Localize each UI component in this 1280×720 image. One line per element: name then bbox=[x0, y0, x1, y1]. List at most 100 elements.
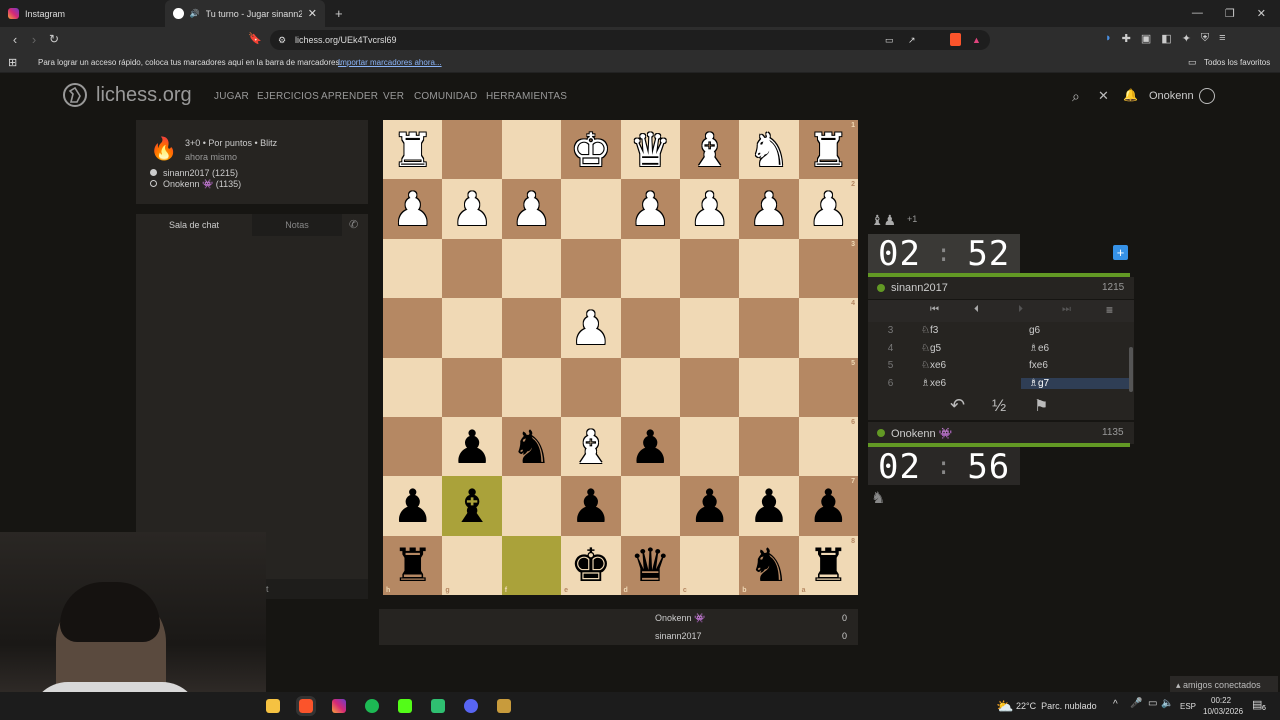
board-square[interactable]: ♟ bbox=[442, 179, 502, 239]
board-square[interactable] bbox=[679, 416, 740, 477]
black-r-piece[interactable]: ♜ bbox=[808, 542, 849, 588]
vpn-icon[interactable]: ⛨ bbox=[1201, 32, 1209, 45]
network-icon[interactable]: ▭ bbox=[1148, 698, 1157, 709]
board-square[interactable] bbox=[679, 238, 740, 299]
black-b-piece[interactable]: ♝ bbox=[451, 483, 492, 529]
board-square[interactable]: ♟ bbox=[679, 476, 740, 536]
nav-aprender[interactable]: APRENDER bbox=[321, 91, 378, 102]
board-square[interactable]: 6 bbox=[798, 416, 858, 477]
black-p-piece[interactable]: ♟ bbox=[392, 483, 433, 529]
move-black[interactable]: fxe6 bbox=[1021, 360, 1129, 371]
board-square[interactable]: ♟ bbox=[679, 179, 740, 239]
resign-flag-icon[interactable]: ⚑ bbox=[1034, 396, 1048, 416]
board-square[interactable]: ♝ bbox=[561, 416, 621, 477]
board-square[interactable] bbox=[383, 416, 443, 477]
board-square[interactable]: ♝ bbox=[442, 476, 502, 536]
nav-jugar[interactable]: JUGAR bbox=[214, 91, 249, 102]
board-square[interactable] bbox=[679, 357, 740, 417]
last-move-icon[interactable]: ⏭ bbox=[1062, 304, 1071, 315]
board-square[interactable] bbox=[501, 238, 562, 299]
move-white[interactable]: ♗xe6 bbox=[913, 378, 1021, 389]
back-icon[interactable]: ‹ bbox=[5, 32, 25, 47]
nav-comunidad[interactable]: COMUNIDAD bbox=[414, 91, 477, 102]
white-p-piece[interactable]: ♟ bbox=[748, 186, 789, 232]
player-black-link[interactable]: Onokenn 👾 (1135) bbox=[163, 179, 241, 190]
board-square[interactable] bbox=[620, 298, 680, 358]
tab-notes[interactable]: Notas bbox=[252, 214, 342, 236]
board-square[interactable]: ♟ bbox=[739, 179, 799, 239]
me-name[interactable]: Onokenn 👾 bbox=[891, 427, 952, 440]
browser-tab-instagram[interactable]: Instagram bbox=[0, 0, 165, 27]
extension-icon-1[interactable]: ◗ bbox=[1105, 32, 1112, 45]
board-square[interactable]: ♟ bbox=[739, 476, 799, 536]
board-square[interactable] bbox=[442, 238, 502, 299]
board-square[interactable] bbox=[561, 238, 621, 299]
board-square[interactable]: c bbox=[679, 535, 740, 595]
board-square[interactable]: ♟ bbox=[442, 416, 502, 477]
share-icon[interactable]: ↗ bbox=[908, 30, 916, 50]
white-p-piece[interactable]: ♟ bbox=[630, 186, 671, 232]
black-n-piece[interactable]: ♞ bbox=[748, 542, 789, 588]
board-square[interactable] bbox=[442, 298, 502, 358]
apps-grid-icon[interactable]: ⊞ bbox=[8, 56, 17, 69]
move-white[interactable]: ♘f3 bbox=[913, 325, 1021, 336]
brave-shield-icon[interactable] bbox=[950, 33, 961, 46]
instagram-taskbar-icon[interactable] bbox=[332, 699, 346, 713]
next-move-icon[interactable]: ⏵ bbox=[1018, 304, 1023, 315]
move-list-scrollbar[interactable] bbox=[1129, 347, 1133, 392]
board-square[interactable]: g bbox=[442, 535, 502, 595]
first-move-icon[interactable]: ⏮ bbox=[930, 304, 939, 315]
move-white[interactable]: ♘xe6 bbox=[913, 360, 1021, 371]
phone-icon[interactable]: ✆ bbox=[349, 218, 358, 231]
brave-taskbar-icon[interactable] bbox=[296, 696, 316, 716]
extensions-icon[interactable]: ✚ bbox=[1122, 32, 1131, 45]
username[interactable]: Onokenn bbox=[1149, 90, 1194, 102]
browser-tab-lichess[interactable]: 🔊 Tu turno - Jugar sinann2017 ✕ bbox=[165, 0, 325, 27]
board-square[interactable]: ♜ bbox=[383, 120, 443, 180]
board-square[interactable]: ♟ bbox=[620, 416, 680, 477]
black-p-piece[interactable]: ♟ bbox=[570, 483, 611, 529]
board-square[interactable] bbox=[620, 238, 680, 299]
tools-icon[interactable]: ✕ bbox=[1098, 88, 1109, 104]
board-square[interactable] bbox=[501, 357, 562, 417]
new-tab-button[interactable]: + bbox=[335, 6, 343, 21]
black-q-piece[interactable]: ♛ bbox=[630, 542, 671, 588]
black-p-piece[interactable]: ♟ bbox=[451, 424, 492, 470]
all-favorites[interactable]: Todos los favoritos bbox=[1204, 58, 1270, 67]
cast-icon[interactable]: ▭ bbox=[885, 30, 894, 50]
sidebar-icon[interactable]: ◧ bbox=[1161, 32, 1171, 45]
black-n-piece[interactable]: ♞ bbox=[511, 424, 552, 470]
board-square[interactable]: 4 bbox=[798, 298, 858, 358]
board-square[interactable] bbox=[501, 120, 562, 180]
board-square[interactable]: ♚ e bbox=[561, 535, 621, 595]
board-square[interactable]: ♟ bbox=[561, 298, 621, 358]
nav-ver[interactable]: VER bbox=[383, 91, 404, 102]
board-square[interactable]: ♟ bbox=[501, 179, 562, 239]
black-p-piece[interactable]: ♟ bbox=[808, 483, 849, 529]
white-b-piece[interactable]: ♝ bbox=[689, 127, 730, 173]
brave-rewards-icon[interactable]: ▲ bbox=[972, 30, 981, 50]
opponent-name[interactable]: sinann2017 bbox=[891, 282, 948, 294]
board-square[interactable]: ♟ bbox=[620, 179, 680, 239]
prev-move-icon[interactable]: ⏴ bbox=[974, 304, 979, 315]
app-green-icon[interactable] bbox=[431, 699, 445, 713]
nav-ejercicios[interactable]: EJERCICIOS bbox=[257, 91, 319, 102]
board-square[interactable] bbox=[442, 120, 502, 180]
white-p-piece[interactable]: ♟ bbox=[570, 305, 611, 351]
board-square[interactable]: ♞ bbox=[501, 416, 562, 477]
close-tab-icon[interactable]: ✕ bbox=[308, 7, 317, 20]
bookmark-icon[interactable]: 🔖 bbox=[248, 32, 262, 45]
move-black[interactable]: ♗e6 bbox=[1021, 343, 1129, 354]
notification-icon[interactable]: ▤ bbox=[1252, 698, 1262, 711]
board-square[interactable] bbox=[501, 298, 562, 358]
board-square[interactable] bbox=[442, 357, 502, 417]
board-square[interactable] bbox=[501, 476, 562, 536]
board-square[interactable] bbox=[383, 298, 443, 358]
clock-date[interactable]: 10/03/2026 bbox=[1203, 707, 1243, 716]
avatar-icon[interactable] bbox=[1199, 88, 1215, 104]
board-square[interactable]: ♛ bbox=[620, 120, 680, 180]
board-square[interactable] bbox=[679, 298, 740, 358]
board-square[interactable]: ♝ bbox=[679, 120, 740, 180]
search-icon[interactable]: ⌕ bbox=[1072, 88, 1080, 105]
move-black[interactable]: g6 bbox=[1021, 325, 1129, 336]
